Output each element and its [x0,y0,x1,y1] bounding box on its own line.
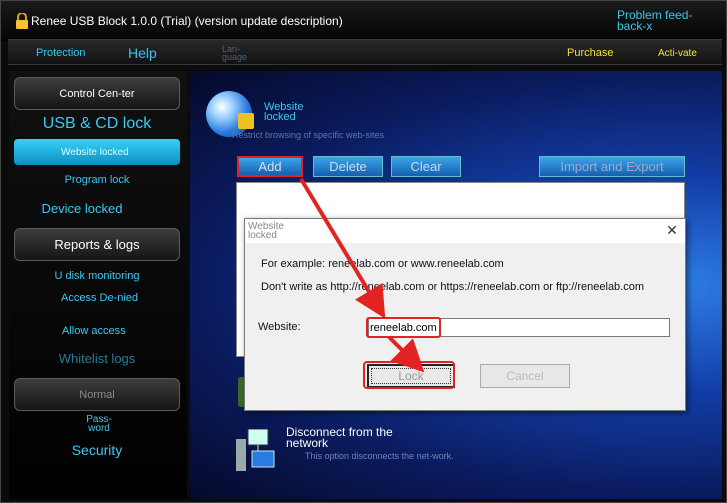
menu-purchase[interactable]: Purchase [567,40,613,66]
dialog-title: Website locked [248,221,284,241]
dialog-title-bar: Website locked ✕ [245,219,685,243]
app-window: Renee USB Block 1.0.0 (Trial) (version u… [0,0,727,503]
section-description: Restrict browsing of specific web-sites [232,130,385,140]
example-text: For example: reneelab.com or www.reneela… [261,258,504,270]
menu-help[interactable]: Help [128,40,157,66]
import-export-button[interactable]: Import and Export [539,156,685,177]
sidebar-item-website-locked[interactable]: Website locked [14,139,180,165]
padlock-icon [238,113,254,129]
sidebar-item-allow-access[interactable]: Allow access [62,325,162,337]
sidebar-item-udisk-monitoring[interactable]: U disk monitoring [14,270,180,282]
sidebar-item-password[interactable]: Pass-word [79,415,119,434]
sidebar-item-security[interactable]: Security [14,442,180,458]
problem-feedback-link[interactable]: Problem feed-back-x [617,9,707,32]
section-title: Website locked [264,101,304,123]
sidebar-item-access-denied[interactable]: Access De-nied [61,293,141,304]
sidebar-item-program-lock[interactable]: Program lock [14,174,180,186]
add-button[interactable]: Add [237,156,303,177]
clear-button[interactable]: Clear [391,156,461,177]
network-title: Disconnect from the network [286,425,393,450]
menu-protection[interactable]: Protection [36,40,86,66]
network-icon [236,429,275,471]
close-icon[interactable]: ✕ [663,221,681,239]
website-locked-dialog: Website locked ✕ For example: reneelab.c… [244,218,686,411]
sidebar-item-whitelist-logs[interactable]: Whitelist logs [14,351,180,366]
focus-ring [371,368,451,384]
lock-button[interactable]: Lock [367,364,455,388]
top-menu: Protection Help Lan-guage Purchase Acti-… [8,39,722,65]
menu-activate[interactable]: Acti-vate [658,40,698,66]
format-warning-text: Don't write as http://reneelab.com or ht… [261,281,645,293]
reports-logs-button[interactable]: Reports & logs [14,228,180,261]
cancel-button[interactable]: Cancel [480,364,570,388]
normal-button[interactable]: Normal [14,378,180,411]
window-title: Renee USB Block 1.0.0 (Trial) (version u… [31,14,343,28]
network-description: This option disconnects the net-work. [305,451,454,461]
website-input[interactable] [368,318,670,337]
sidebar: Control Cen-ter USB & CD lock Website lo… [9,71,187,499]
delete-button[interactable]: Delete [313,156,383,177]
lock-icon [16,13,28,29]
control-center-button[interactable]: Control Cen-ter [14,77,180,110]
menu-language[interactable]: Lan-guage [222,40,262,66]
sidebar-item-usb-cd-lock[interactable]: USB & CD lock [14,115,180,133]
website-label: Website: [258,321,301,333]
sidebar-item-device-locked[interactable]: Device locked [0,201,165,216]
title-bar: Renee USB Block 1.0.0 (Trial) (version u… [1,1,726,41]
